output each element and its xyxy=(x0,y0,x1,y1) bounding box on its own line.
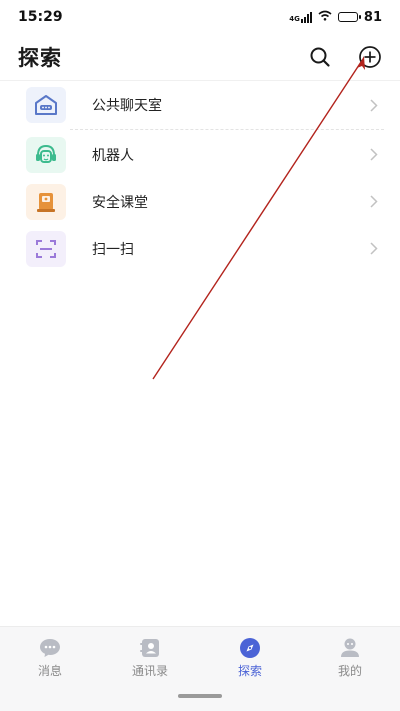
list-item-label: 公共聊天室 xyxy=(92,98,162,114)
tab-label: 探索 xyxy=(237,664,262,678)
header: 探索 xyxy=(0,34,400,80)
status-time: 15:29 xyxy=(18,9,63,25)
contacts-icon xyxy=(138,637,162,659)
network-type: 4G xyxy=(289,14,300,23)
list-item-scan[interactable]: 扫一扫 xyxy=(0,225,400,272)
header-divider xyxy=(0,80,400,81)
search-icon xyxy=(310,47,330,67)
home-indicator[interactable] xyxy=(178,694,222,698)
battery-icon xyxy=(337,12,361,22)
profile-icon xyxy=(338,637,362,659)
chevron-right-icon xyxy=(368,242,380,256)
chevron-right-icon xyxy=(368,98,380,112)
tab-label: 通讯录 xyxy=(131,664,168,678)
list-item-label: 安全课堂 xyxy=(92,194,148,211)
plus-circle-icon xyxy=(359,46,381,68)
status-bar: 15:29 4G 81 xyxy=(0,0,400,34)
scan-icon xyxy=(26,230,66,267)
status-indicators: 4G 81 xyxy=(289,10,382,25)
list-item-label: 机器人 xyxy=(92,147,134,164)
list-item-label: 扫一扫 xyxy=(92,241,134,258)
list-item-robot[interactable]: 机器人 xyxy=(0,131,400,178)
message-icon xyxy=(38,637,62,659)
list-item-safety-classroom[interactable]: 安全课堂 xyxy=(0,178,400,225)
wifi-icon xyxy=(318,10,332,25)
tab-label: 我的 xyxy=(337,664,362,678)
classroom-book-icon xyxy=(26,183,66,220)
battery-percent: 81 xyxy=(363,9,382,25)
explore-list: 公共聊天室 机器人 安全课堂 扫一扫 xyxy=(0,82,400,272)
search-button[interactable] xyxy=(306,43,334,71)
cell-signal-icon: 4G xyxy=(289,11,312,23)
tab-contacts[interactable]: 通讯录 xyxy=(100,627,200,683)
compass-icon xyxy=(238,637,262,659)
robot-icon xyxy=(26,136,66,173)
tab-messages[interactable]: 消息 xyxy=(0,627,100,683)
tab-profile[interactable]: 我的 xyxy=(300,627,400,683)
add-button[interactable] xyxy=(356,43,384,71)
tab-label: 消息 xyxy=(37,664,62,678)
list-separator xyxy=(70,129,384,130)
chevron-right-icon xyxy=(368,195,380,209)
list-item-public-chat-room[interactable]: 公共聊天室 xyxy=(0,82,400,128)
chat-room-icon xyxy=(26,87,66,123)
tab-explore[interactable]: 探索 xyxy=(200,627,300,683)
page-title: 探索 xyxy=(18,46,62,70)
bottom-tab-bar: 消息 通讯录 探索 我的 xyxy=(0,626,400,711)
chevron-right-icon xyxy=(368,148,380,162)
